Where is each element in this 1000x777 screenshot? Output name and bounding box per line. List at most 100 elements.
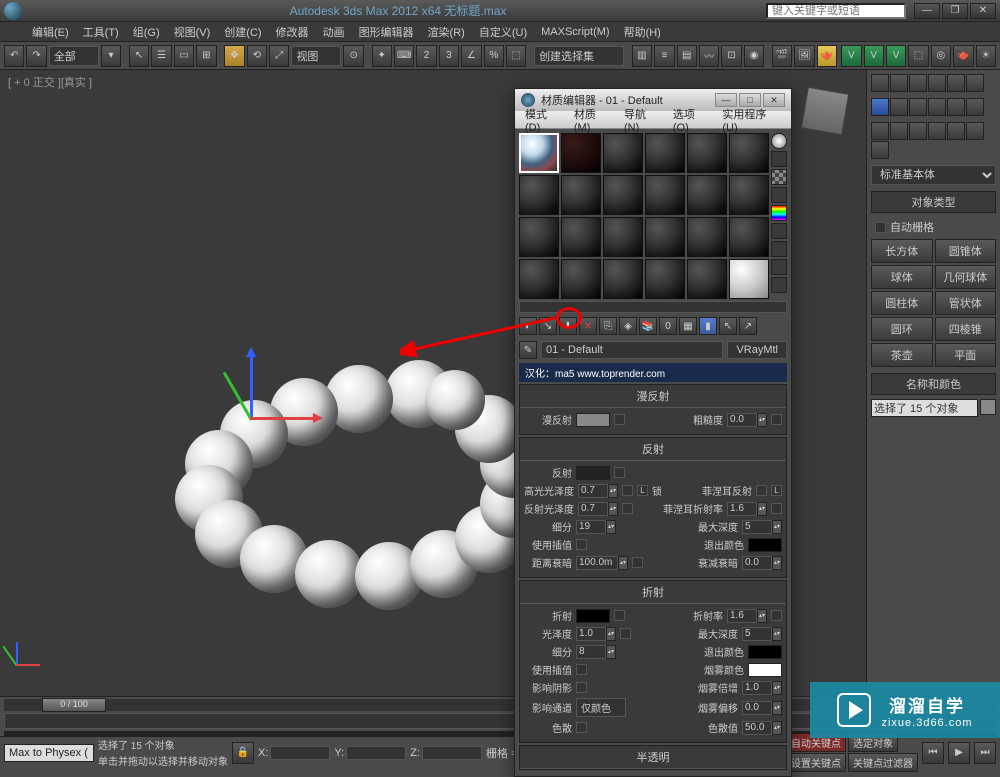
refl-subdiv-spinner[interactable] [576, 520, 606, 534]
put-to-library-icon[interactable]: 📚 [639, 317, 657, 335]
sphere-button[interactable]: 球体 [871, 265, 933, 289]
material-slot[interactable] [687, 133, 727, 173]
spinner-buttons[interactable]: ▴▾ [608, 484, 618, 498]
utilities-tab[interactable] [966, 98, 984, 116]
menu-tools[interactable]: 工具(T) [77, 22, 125, 42]
material-slot[interactable] [645, 175, 685, 215]
material-slot[interactable] [561, 217, 601, 257]
material-name-input[interactable] [541, 341, 723, 359]
help-search-input[interactable] [766, 3, 906, 19]
go-forward-icon[interactable]: ↗ [739, 317, 757, 335]
hierarchy-tab[interactable] [909, 98, 927, 116]
refl-exit-color-swatch[interactable] [748, 538, 782, 552]
roughness-spinner[interactable] [727, 413, 757, 427]
reflect-map-toggle[interactable] [614, 467, 625, 478]
tool-icon[interactable] [947, 74, 965, 92]
refr-subdiv-spinner[interactable] [576, 645, 606, 659]
spinner-buttons[interactable]: ▴▾ [772, 701, 782, 715]
material-slot[interactable] [603, 175, 643, 215]
refr-interp-checkbox[interactable] [576, 664, 587, 675]
menu-customize[interactable]: 自定义(U) [473, 22, 533, 42]
menu-graph-editors[interactable]: 图形编辑器 [353, 22, 420, 42]
lock-selection-icon[interactable]: 🔒 [232, 742, 254, 764]
extra-tool-2[interactable]: ◎ [931, 45, 951, 67]
material-slot[interactable] [519, 133, 559, 173]
cylinder-button[interactable]: 圆柱体 [871, 291, 933, 315]
material-slot[interactable] [729, 133, 769, 173]
fog-mult-spinner[interactable] [742, 681, 772, 695]
material-slot[interactable] [645, 259, 685, 299]
mat-menu-navigate[interactable]: 导航(N) [620, 106, 665, 134]
pick-material-icon[interactable]: ✎ [519, 341, 537, 359]
setkey-button[interactable]: 设置关键点 [786, 753, 846, 772]
spinner-buttons[interactable]: ▴▾ [757, 502, 767, 516]
material-slot[interactable] [603, 259, 643, 299]
mat-menu-utilities[interactable]: 实用程序(U) [718, 106, 785, 134]
show-map-icon[interactable]: ▦ [679, 317, 697, 335]
refr-exit-color-swatch[interactable] [748, 645, 782, 659]
refl-interp-checkbox[interactable] [576, 539, 587, 550]
spinner-buttons[interactable]: ▴▾ [772, 721, 782, 735]
geometry-icon[interactable] [871, 122, 889, 140]
cameras-icon[interactable] [928, 122, 946, 140]
play-prev-button[interactable]: ⏮ [922, 742, 944, 764]
material-slot[interactable] [729, 259, 769, 299]
extra-tool-3[interactable]: 🫖 [953, 45, 973, 67]
material-slot[interactable] [645, 217, 685, 257]
name-color-header[interactable]: 名称和颜色 [871, 373, 996, 395]
y-coord-input[interactable] [346, 746, 406, 760]
material-slot[interactable] [561, 133, 601, 173]
abbe-spinner[interactable] [742, 721, 772, 735]
material-slot[interactable] [603, 133, 643, 173]
translucency-header[interactable]: 半透明 [520, 746, 786, 769]
select-rectangle-button[interactable]: ▭ [174, 45, 194, 67]
layers-button[interactable]: ▤ [677, 45, 697, 67]
diffuse-header[interactable]: 漫反射 [520, 385, 786, 408]
close-button[interactable]: ✕ [970, 3, 996, 19]
background-icon[interactable] [771, 169, 787, 185]
refr-gloss-map-toggle[interactable] [620, 628, 631, 639]
lock-highlight-button[interactable]: L [637, 485, 648, 496]
object-color-swatch[interactable] [980, 399, 996, 415]
named-selection-dropdown[interactable]: 创建选择集 [534, 46, 624, 66]
restore-button[interactable]: ❐ [942, 3, 968, 19]
options-icon[interactable] [771, 241, 787, 257]
redo-button[interactable]: ↷ [26, 45, 46, 67]
mirror-button[interactable]: ▥ [632, 45, 652, 67]
fog-bias-spinner[interactable] [742, 701, 772, 715]
geometry-category-dropdown[interactable]: 标准基本体 [871, 165, 996, 185]
tube-button[interactable]: 管状体 [935, 291, 997, 315]
menu-edit[interactable]: 编辑(E) [26, 22, 75, 42]
vray-button-3[interactable]: V [886, 45, 906, 67]
spinner-buttons[interactable]: ▴▾ [772, 556, 782, 570]
tool-icon[interactable] [909, 74, 927, 92]
material-slot[interactable] [603, 217, 643, 257]
dim-distance-spinner[interactable] [576, 556, 618, 570]
menu-modifiers[interactable]: 修改器 [270, 22, 315, 42]
material-editor-button[interactable]: ◉ [744, 45, 764, 67]
motion-tab[interactable] [928, 98, 946, 116]
helpers-icon[interactable] [947, 122, 965, 140]
material-slot[interactable] [519, 217, 559, 257]
material-type-button[interactable]: VRayMtl [727, 341, 787, 359]
select-by-material-icon[interactable] [771, 259, 787, 275]
material-slot[interactable] [561, 175, 601, 215]
hilight-gloss-spinner[interactable] [578, 484, 608, 498]
reset-map-icon[interactable]: ✕ [579, 317, 597, 335]
pivot-button[interactable]: ⊙ [343, 45, 363, 67]
backlight-icon[interactable] [771, 151, 787, 167]
mat-hscroll[interactable] [519, 301, 787, 313]
affect-shadows-checkbox[interactable] [576, 682, 587, 693]
x-coord-input[interactable] [270, 746, 330, 760]
extra-tool-4[interactable]: ☀ [976, 45, 996, 67]
menu-create[interactable]: 创建(C) [218, 22, 267, 42]
refr-maxdepth-spinner[interactable] [742, 627, 772, 641]
play-next-button[interactable]: ⏭ [974, 742, 996, 764]
systems-icon[interactable] [871, 141, 889, 159]
ior-spinner[interactable] [727, 609, 757, 623]
menu-view[interactable]: 视图(V) [168, 22, 217, 42]
shapes-icon[interactable] [890, 122, 908, 140]
refraction-header[interactable]: 折射 [520, 581, 786, 604]
menu-render[interactable]: 渲染(R) [422, 22, 471, 42]
snap-2d-button[interactable]: 2 [416, 45, 436, 67]
